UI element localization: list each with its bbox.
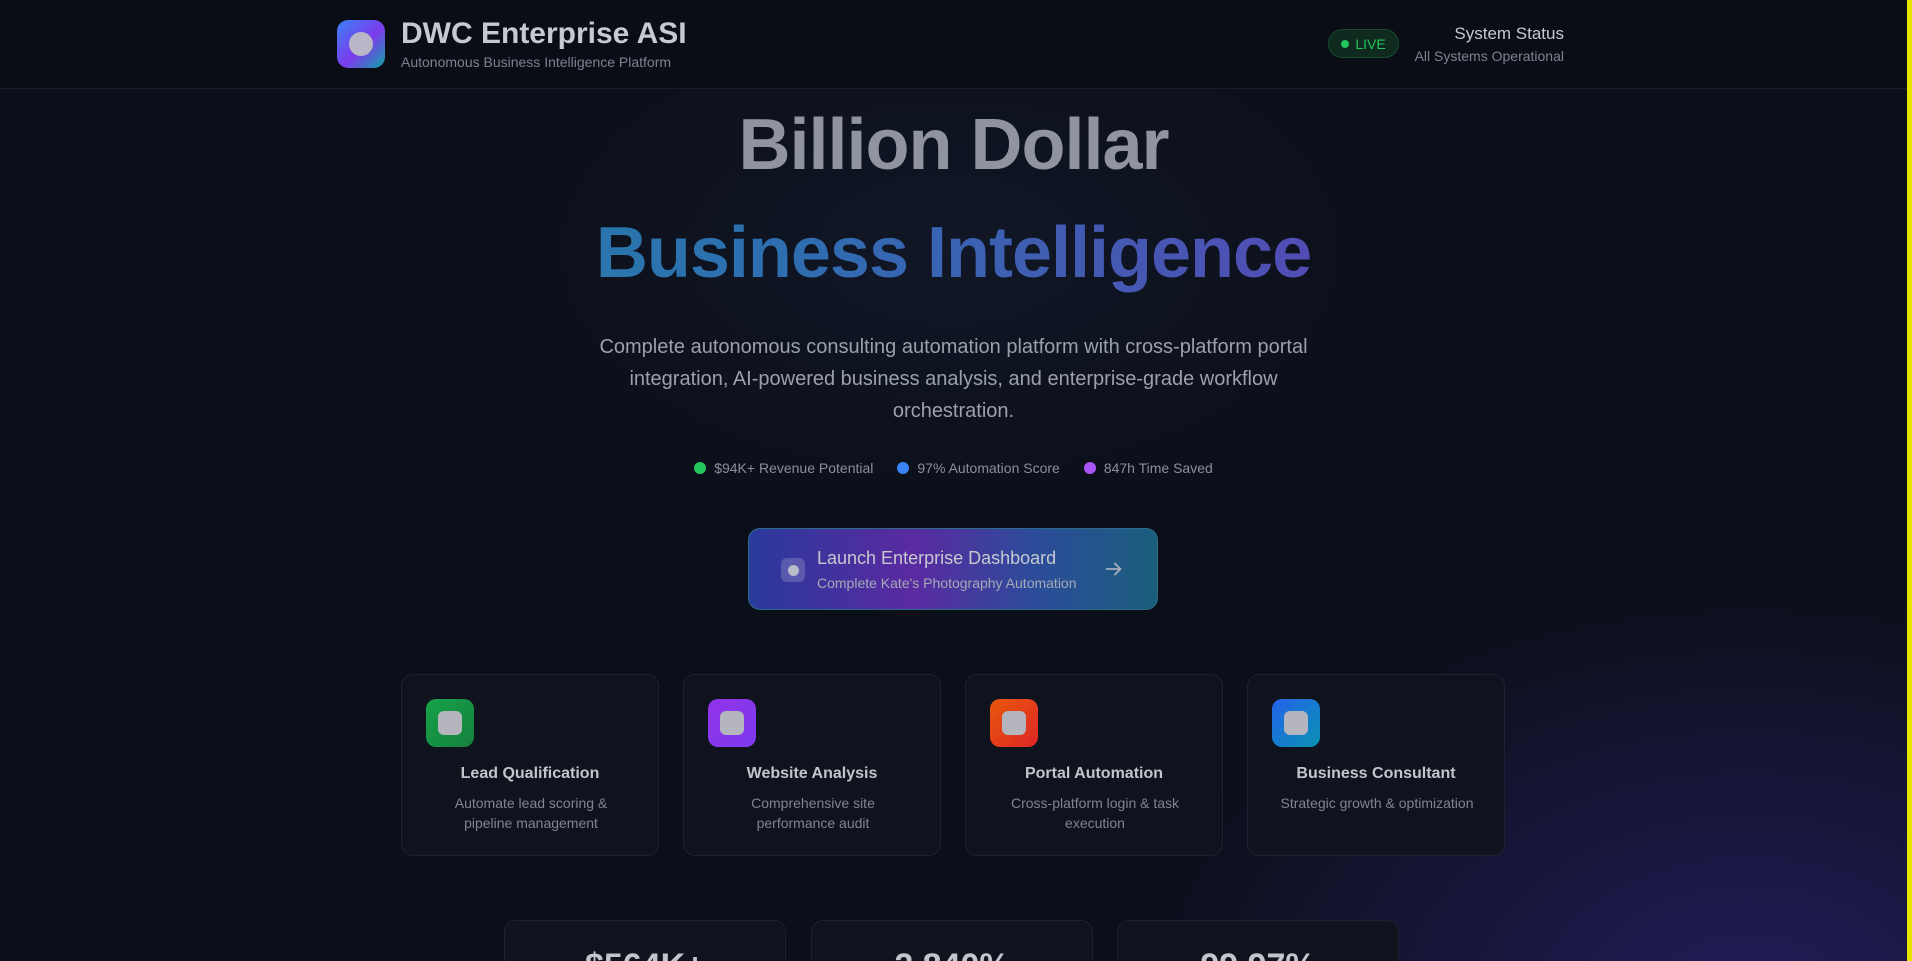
metric-card-revenue: $564K+	[504, 920, 786, 961]
hero-title-line2: Business Intelligence	[0, 212, 1907, 294]
brand-title: DWC Enterprise ASI	[401, 17, 687, 50]
website-analysis-icon	[708, 699, 756, 747]
stat-label: 97% Automation Score	[917, 460, 1060, 476]
cta-sublabel: Complete Kate's Photography Automation	[817, 575, 1077, 591]
live-badge-label: LIVE	[1355, 35, 1386, 52]
top-header: DWC Enterprise ASI Autonomous Business I…	[0, 0, 1907, 89]
card-description: Automate lead scoring & pipeline managem…	[454, 795, 608, 831]
stat-label: $94K+ Revenue Potential	[714, 460, 874, 476]
stat-automation: 97% Automation Score	[897, 460, 1060, 476]
purple-dot-icon	[1083, 462, 1096, 474]
card-title: Website Analysis	[746, 765, 878, 782]
feature-card-portal-automation[interactable]: Portal Automation Cross-platform login &…	[965, 674, 1223, 856]
stat-time-saved: 847h Time Saved	[1083, 460, 1213, 476]
card-title: Lead Qualification	[460, 765, 600, 782]
lead-qualification-icon	[426, 699, 474, 747]
stat-label: 847h Time Saved	[1103, 460, 1213, 476]
card-description: Strategic growth & optimization	[1280, 795, 1474, 811]
live-dot-icon	[1341, 39, 1350, 48]
metric-value: 99.97%	[1118, 947, 1398, 961]
system-status-subtitle: All Systems Operational	[1414, 48, 1564, 64]
live-status-badge: LIVE	[1328, 29, 1399, 58]
card-description: Comprehensive site performance audit	[751, 795, 875, 831]
card-title: Portal Automation	[1024, 765, 1164, 782]
stat-revenue: $94K+ Revenue Potential	[694, 460, 873, 476]
hero-title-line1: Billion Dollar	[738, 105, 1169, 185]
hero-description: Complete autonomous consulting automatio…	[599, 336, 1308, 422]
feature-card-lead-qualification[interactable]: Lead Qualification Automate lead scoring…	[401, 674, 659, 856]
system-status-title: System Status	[1454, 24, 1564, 43]
dashboard-icon	[781, 558, 805, 582]
brand-subtitle: Autonomous Business Intelligence Platfor…	[401, 54, 672, 70]
card-title: Business Consultant	[1296, 765, 1456, 782]
metric-value: $564K+	[505, 947, 785, 961]
green-dot-icon	[694, 462, 707, 474]
card-description: Cross-platform login & task execution	[1010, 795, 1180, 831]
metric-card-uptime: 99.97%	[1117, 920, 1399, 961]
brand-logo-icon[interactable]	[337, 20, 385, 68]
window-edge	[1907, 0, 1912, 961]
launch-dashboard-button[interactable]: Launch Enterprise Dashboard Complete Kat…	[748, 528, 1158, 610]
business-consultant-icon	[1272, 699, 1320, 747]
feature-card-business-consultant[interactable]: Business Consultant Strategic growth & o…	[1247, 674, 1505, 856]
page: DWC Enterprise ASI Autonomous Business I…	[0, 0, 1912, 961]
cta-label: Launch Enterprise Dashboard	[817, 548, 1057, 568]
hero-stats: $94K+ Revenue Potential 97% Automation S…	[0, 460, 1907, 476]
portal-automation-icon	[990, 699, 1038, 747]
metric-card-growth: 2,840%	[811, 920, 1093, 961]
arrow-right-icon	[1105, 562, 1122, 576]
metric-value: 2,840%	[812, 947, 1092, 961]
blue-dot-icon	[897, 462, 910, 474]
feature-card-website-analysis[interactable]: Website Analysis Comprehensive site perf…	[683, 674, 941, 856]
